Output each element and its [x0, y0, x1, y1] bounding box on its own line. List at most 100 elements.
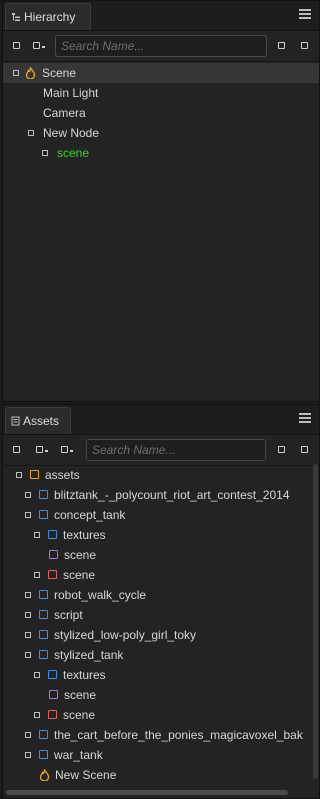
tree-label: assets — [45, 468, 80, 482]
expand-toggle-icon[interactable] — [25, 652, 31, 658]
hierarchy-panel: Hierarchy Scene Main Light Camera New No… — [2, 0, 320, 402]
hierarchy-icon — [12, 13, 20, 21]
expand-toggle-icon[interactable] — [42, 150, 48, 156]
tree-row-new-node[interactable]: New Node — [3, 123, 319, 143]
tree-row-folder[interactable]: textures — [3, 525, 313, 545]
tree-label: textures — [63, 528, 106, 542]
tree-label: blitztank_-_polycount_riot_art_contest_2… — [54, 488, 290, 502]
folder-icon — [39, 510, 48, 519]
tree-label: New Scene — [55, 768, 117, 782]
expand-toggle-icon[interactable] — [34, 712, 40, 718]
db-root-icon — [30, 470, 39, 479]
tree-row-file[interactable]: New Scene — [3, 765, 313, 785]
scene-flame-icon — [39, 769, 50, 781]
tree-label: scene — [64, 688, 97, 702]
tree-label: Scene — [42, 66, 77, 80]
folder-icon — [39, 730, 48, 739]
tree-row-folder[interactable]: robot_walk_cycle — [3, 585, 313, 605]
tree-label: script — [54, 608, 83, 622]
scene-flame-icon — [25, 67, 36, 79]
tree-row-file[interactable]: scene — [3, 565, 313, 585]
folder-icon — [39, 650, 48, 659]
tree-row-camera[interactable]: Camera — [3, 103, 319, 123]
folder-icon — [39, 610, 48, 619]
type-filter-dropdown-button[interactable] — [36, 446, 48, 453]
assets-tabbar: Assets — [3, 405, 319, 435]
expand-toggle-icon[interactable] — [13, 70, 19, 76]
scene-file-icon — [49, 690, 58, 699]
hierarchy-tabbar: Hierarchy — [3, 1, 319, 31]
expand-toggle-icon[interactable] — [34, 572, 40, 578]
expand-toggle-icon[interactable] — [25, 592, 31, 598]
tree-row-main-light[interactable]: Main Light — [3, 83, 319, 103]
create-asset-button[interactable] — [13, 446, 20, 453]
expand-toggle-icon[interactable] — [25, 512, 31, 518]
assets-panel: Assets assets blitztank_-_polycount_riot… — [2, 404, 320, 799]
refresh-button[interactable] — [278, 446, 285, 453]
tree-row-assets-root[interactable]: assets — [3, 465, 313, 485]
tree-label: stylized_low-poly_girl_toky — [54, 628, 197, 642]
tree-row-folder[interactable]: blitztank_-_polycount_riot_art_contest_2… — [3, 485, 313, 505]
tree-row-file[interactable]: scene — [3, 705, 313, 725]
tree-row-folder[interactable]: script — [3, 605, 313, 625]
tab-hierarchy-label: Hierarchy — [24, 10, 76, 24]
expand-toggle-icon[interactable] — [25, 612, 31, 618]
assets-horizontal-scrollbar[interactable] — [6, 790, 288, 795]
tree-label: war_tank — [54, 748, 103, 762]
folder-icon — [48, 670, 57, 679]
folder-icon — [39, 750, 48, 759]
hierarchy-toolbar — [3, 31, 319, 62]
expand-toggle-icon[interactable] — [34, 532, 40, 538]
collapse-all-button[interactable] — [301, 42, 308, 49]
assets-search-input[interactable] — [86, 439, 266, 461]
tree-label: Camera — [43, 106, 86, 120]
tree-row-folder[interactable]: concept_tank — [3, 505, 313, 525]
folder-icon — [48, 530, 57, 539]
model-file-icon — [48, 710, 57, 719]
tree-row-scene-child[interactable]: scene — [3, 143, 319, 163]
expand-toggle-icon[interactable] — [28, 130, 34, 136]
expand-toggle-icon[interactable] — [16, 472, 22, 478]
tree-row-scene[interactable]: Scene — [3, 63, 319, 83]
tab-assets[interactable]: Assets — [5, 407, 71, 434]
tree-label: New Node — [43, 126, 100, 140]
tree-label: robot_walk_cycle — [54, 588, 147, 602]
tree-label: concept_tank — [54, 508, 126, 522]
expand-toggle-icon[interactable] — [25, 492, 31, 498]
locate-button[interactable] — [278, 42, 285, 49]
folder-icon — [39, 590, 48, 599]
tree-label: scene — [63, 708, 96, 722]
assets-toolbar — [3, 435, 319, 466]
tree-label: Main Light — [43, 86, 99, 100]
expand-toggle-icon[interactable] — [25, 752, 31, 758]
expand-toggle-icon[interactable] — [25, 732, 31, 738]
expand-toggle-icon[interactable] — [34, 672, 40, 678]
folder-icon — [39, 490, 48, 499]
tree-row-folder[interactable]: the_cart_before_the_ponies_magicavoxel_b… — [3, 725, 313, 745]
tree-row-folder[interactable]: stylized_tank — [3, 645, 313, 665]
tree-label: stylized_tank — [54, 648, 124, 662]
tree-label: textures — [63, 668, 106, 682]
hierarchy-search-input[interactable] — [55, 35, 267, 57]
filter-dropdown-button[interactable] — [33, 42, 45, 49]
assets-icon — [11, 416, 20, 426]
sort-dropdown-button[interactable] — [61, 446, 73, 453]
assets-menu-icon[interactable] — [299, 413, 311, 424]
tree-label: the_cart_before_the_ponies_magicavoxel_b… — [54, 728, 303, 742]
create-node-button[interactable] — [13, 42, 20, 49]
tree-label: scene — [64, 548, 97, 562]
tree-label: scene — [57, 146, 90, 160]
tree-row-file[interactable]: scene — [3, 545, 313, 565]
tree-row-folder[interactable]: stylized_low-poly_girl_toky — [3, 625, 313, 645]
tree-row-folder[interactable]: textures — [3, 665, 313, 685]
tab-hierarchy[interactable]: Hierarchy — [5, 3, 91, 30]
folder-icon — [39, 630, 48, 639]
tree-label: scene — [63, 568, 96, 582]
assets-vertical-scrollbar[interactable] — [313, 464, 318, 779]
hierarchy-menu-icon[interactable] — [299, 9, 311, 20]
scene-file-icon — [49, 550, 58, 559]
collapse-all-button[interactable] — [301, 446, 308, 453]
tree-row-file[interactable]: scene — [3, 685, 313, 705]
expand-toggle-icon[interactable] — [25, 632, 31, 638]
tree-row-folder[interactable]: war_tank — [3, 745, 313, 765]
